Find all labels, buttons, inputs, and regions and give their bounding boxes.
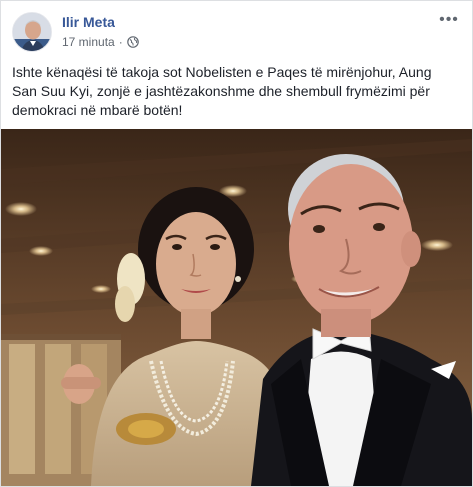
post-timestamp[interactable]: 17 minuta xyxy=(62,35,115,49)
author-name[interactable]: Ilir Meta xyxy=(62,14,115,30)
meta-separator: · xyxy=(118,35,123,49)
post-meta: 17 minuta · xyxy=(62,35,139,49)
facebook-post: Ilir Meta 17 minuta · ••• Ishte kënaqësi… xyxy=(0,0,473,487)
more-options-icon[interactable]: ••• xyxy=(437,12,461,32)
post-photo[interactable] xyxy=(1,129,472,486)
globe-icon[interactable] xyxy=(126,36,139,48)
author-avatar[interactable] xyxy=(12,12,52,52)
post-header: Ilir Meta 17 minuta · ••• xyxy=(12,12,461,54)
post-text: Ishte kënaqësi të takoja sot Nobelisten … xyxy=(12,64,432,118)
